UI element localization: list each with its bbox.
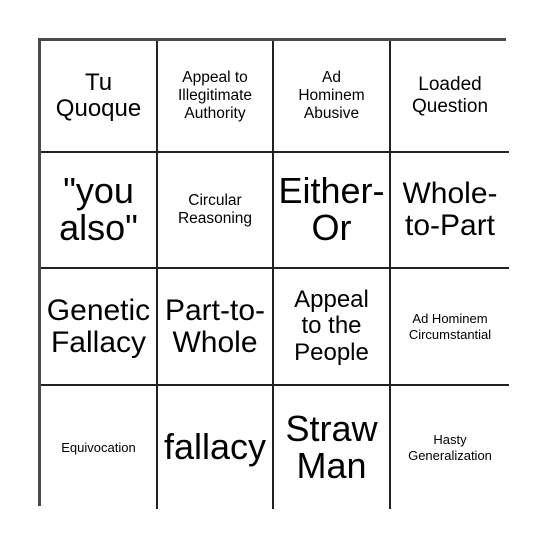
bingo-cell-r2-c2[interactable]: Circular Reasoning [158,153,274,269]
bingo-cell-label: fallacy [163,426,267,468]
bingo-cell-label: Either- Or [278,170,385,248]
bingo-cell-label: Straw Man [285,407,378,486]
bingo-cell-label: Loaded Question [411,74,489,117]
bingo-cell-label: Tu Quoque [55,68,142,122]
bingo-cell-label: Genetic Fallacy [46,293,151,359]
bingo-cell-label: Hasty Generalization [408,432,492,463]
bingo-cell-label: Part-to- Whole [164,293,266,359]
bingo-cell-r4-c3[interactable]: Straw Man [274,386,391,509]
bingo-cell-label: Circular Reasoning [177,191,253,227]
bingo-cell-label: Appeal to the People [294,285,369,366]
bingo-cell-label: "you also" [59,170,138,248]
bingo-card-grid: Tu Quoque Appeal to Illegitimate Authorit… [38,38,509,509]
bingo-cell-r2-c4[interactable]: Whole- to-Part [391,153,509,269]
bingo-cell-label: Ad Hominem Abusive [298,68,365,123]
bingo-cell-r3-c1[interactable]: Genetic Fallacy [41,269,158,386]
bingo-cell-r4-c1[interactable]: Equivocation [41,386,158,509]
bingo-cell-r1-c3[interactable]: Ad Hominem Abusive [274,41,391,153]
bingo-cell-label: Appeal to Illegitimate Authority [177,68,253,123]
bingo-cell-label: Equivocation [61,439,136,455]
bingo-cell-label: Whole- to-Part [402,177,498,242]
bingo-cell-r4-c4[interactable]: Hasty Generalization [391,386,509,509]
bingo-cell-r1-c4[interactable]: Loaded Question [391,41,509,153]
bingo-cell-r3-c2[interactable]: Part-to- Whole [158,269,274,386]
bingo-cell-r4-c2[interactable]: fallacy [158,386,274,509]
bingo-cell-r1-c2[interactable]: Appeal to Illegitimate Authority [158,41,274,153]
bingo-cell-r2-c1[interactable]: "you also" [41,153,158,269]
bingo-cell-r2-c3[interactable]: Either- Or [274,153,391,269]
bingo-cell-label: Ad Hominem Circumstantial [408,311,492,342]
bingo-cell-r3-c3[interactable]: Appeal to the People [274,269,391,386]
bingo-cell-r1-c1[interactable]: Tu Quoque [41,41,158,153]
bingo-cell-r3-c4[interactable]: Ad Hominem Circumstantial [391,269,509,386]
